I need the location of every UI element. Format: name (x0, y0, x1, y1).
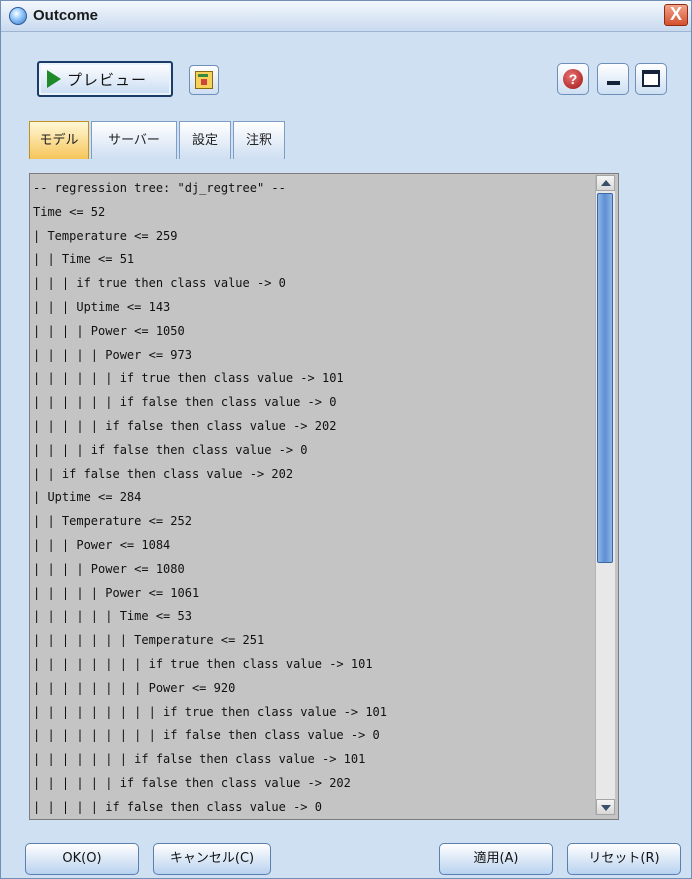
output-line: | | | | | Power <= 973 (33, 347, 192, 362)
output-line: | | | | | | | Temperature <= 251 (33, 633, 265, 648)
scroll-down-arrow-icon[interactable] (596, 799, 615, 815)
output-line: | | Time <= 51 (33, 252, 135, 267)
maximize-button[interactable] (635, 63, 667, 95)
output-line: | | | | | | if true then class value -> … (33, 371, 344, 386)
model-output-lines: -- regression tree: "dj_regtree" -- Time … (33, 177, 388, 819)
maximize-icon (642, 70, 660, 87)
window-title: Outcome (33, 7, 99, 24)
preview-label: プレビュー (67, 70, 148, 89)
reset-button[interactable]: リセット(R) (567, 843, 681, 875)
output-line: | | | | | | | | Power <= 920 (33, 680, 236, 695)
minimize-button[interactable] (597, 63, 629, 95)
output-line: | | | | | | | if false then class value … (33, 752, 366, 767)
output-line: | Temperature <= 259 (33, 228, 178, 243)
output-line: | Uptime <= 284 (33, 490, 142, 505)
title-bar[interactable]: Outcome X (1, 1, 691, 32)
output-line: | | | | | | if false then class value ->… (33, 775, 351, 790)
output-line: | | | | if false then class value -> 0 (33, 442, 308, 457)
output-line: | | | Uptime <= 143 (33, 299, 171, 314)
toolbar: プレビュー ? (21, 59, 681, 107)
help-button[interactable]: ? (557, 63, 589, 95)
node-diamond-icon (9, 7, 27, 25)
play-icon (47, 70, 61, 88)
tab-server[interactable]: サーバー (91, 121, 177, 159)
help-icon: ? (563, 69, 583, 89)
output-line: | | | | | | Time <= 53 (33, 609, 192, 624)
output-line: -- regression tree: "dj_regtree" -- (33, 181, 286, 195)
vertical-scrollbar[interactable] (595, 175, 615, 815)
minimize-icon (607, 81, 620, 85)
tab-annotations[interactable]: 注釈 (233, 121, 285, 159)
output-line: | | Temperature <= 252 (33, 514, 192, 529)
output-line: Time <= 52 (33, 204, 106, 219)
output-line: | | | | | if false then class value -> 2… (33, 418, 337, 433)
output-line: | | | | Power <= 1050 (33, 323, 185, 338)
output-line: | | | | Power <= 1080 (33, 561, 185, 576)
output-line: | | | | | | | | | if false then class va… (33, 728, 380, 743)
preview-button[interactable]: プレビュー (37, 61, 173, 97)
output-line: | | | | | | | | if true then class value… (33, 656, 373, 671)
cancel-button[interactable]: キャンセル(C) (153, 843, 271, 875)
output-line: | | | | | Power <= 1061 (33, 585, 200, 600)
apply-button[interactable]: 適用(A) (439, 843, 553, 875)
ok-button[interactable]: OK(O) (25, 843, 139, 875)
model-output-textarea[interactable]: -- regression tree: "dj_regtree" -- Time … (29, 173, 619, 820)
export-button[interactable] (189, 65, 219, 95)
output-line: | | | | | if false then class value -> 0 (33, 799, 322, 814)
output-line: | | if false then class value -> 202 (33, 466, 294, 481)
close-button[interactable]: X (664, 4, 688, 26)
tab-settings[interactable]: 設定 (179, 121, 231, 159)
scroll-thumb[interactable] (597, 193, 613, 563)
tab-model[interactable]: モデル (29, 121, 89, 159)
outcome-dialog: Outcome X プレビュー ? モデル サーバー 設定 注釈 -- regr… (0, 0, 692, 879)
output-line: | | | | | | | | | if true then class val… (33, 704, 388, 719)
scroll-up-arrow-icon[interactable] (596, 175, 615, 191)
export-icon (195, 71, 213, 89)
output-line: | | | | | | if false then class value ->… (33, 395, 337, 410)
output-line: | | | Power <= 1084 (33, 537, 171, 552)
output-line: | | | if true then class value -> 0 (33, 276, 286, 291)
